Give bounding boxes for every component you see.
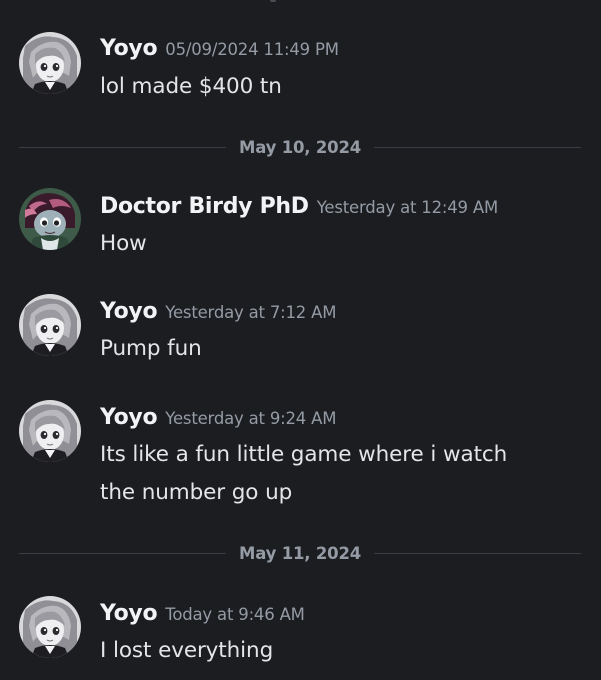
message-line: Its like a fun little game where i watch <box>100 442 508 467</box>
divider-line <box>19 146 226 148</box>
date-divider: May 11, 2024 <box>19 538 582 568</box>
divider-line <box>374 146 582 148</box>
timestamp[interactable]: Yesterday at 7:12 AM <box>165 303 336 322</box>
previous-message-edge <box>0 0 601 6</box>
username[interactable]: Yoyo <box>100 601 158 626</box>
timestamp[interactable]: Yesterday at 12:49 AM <box>317 198 498 217</box>
message-content: lol made $400 tn <box>100 68 570 106</box>
username[interactable]: Yoyo <box>100 405 158 430</box>
date-divider: May 10, 2024 <box>19 132 582 162</box>
message-header: Doctor Birdy PhD Yesterday at 12:49 AM <box>100 192 498 223</box>
date-divider-label: May 11, 2024 <box>238 543 362 563</box>
divider-line <box>374 552 582 554</box>
message-line: lol made $400 tn <box>100 74 282 99</box>
message-header: Yoyo Yesterday at 9:24 AM <box>100 403 336 434</box>
divider-line <box>19 552 226 554</box>
message-header: Yoyo Today at 9:46 AM <box>100 599 305 630</box>
message-content: I lost everything <box>100 632 570 670</box>
yoyo-avatar-icon[interactable] <box>19 294 81 356</box>
message-line: Pump fun <box>100 336 202 361</box>
username[interactable]: Doctor Birdy PhD <box>100 194 309 219</box>
message-line: the number go up <box>100 480 293 505</box>
yoyo-avatar-icon[interactable] <box>19 400 81 462</box>
message-content: Its like a fun little game where i watch… <box>100 436 570 512</box>
message-header: Yoyo Yesterday at 7:12 AM <box>100 297 336 328</box>
message-content: How <box>100 225 570 263</box>
timestamp[interactable]: Yesterday at 9:24 AM <box>165 409 336 428</box>
message-content: Pump fun <box>100 330 570 368</box>
message-header: Yoyo 05/09/2024 11:49 PM <box>100 34 339 65</box>
message-list: Yoyo 05/09/2024 11:49 PM lol made $400 tn… <box>0 0 601 680</box>
timestamp[interactable]: 05/09/2024 11:49 PM <box>165 40 339 59</box>
username[interactable]: Yoyo <box>100 36 158 61</box>
username[interactable]: Yoyo <box>100 299 158 324</box>
yoyo-avatar-icon[interactable] <box>19 596 81 658</box>
birdy-avatar-icon[interactable] <box>19 188 81 250</box>
message-line: I lost everything <box>100 638 274 663</box>
yoyo-avatar-icon[interactable] <box>19 32 81 94</box>
message-line: How <box>100 231 147 256</box>
timestamp[interactable]: Today at 9:46 AM <box>165 605 305 624</box>
date-divider-label: May 10, 2024 <box>238 137 362 157</box>
